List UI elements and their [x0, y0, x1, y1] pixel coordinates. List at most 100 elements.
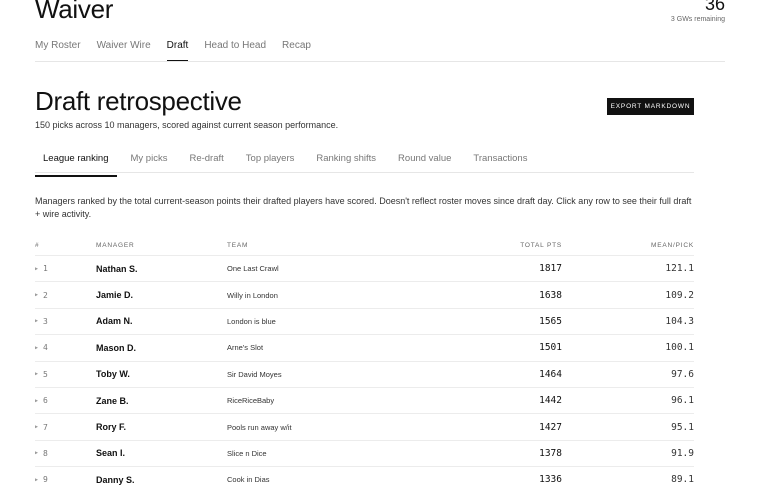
ranking-description: Managers ranked by the total current-sea… [35, 196, 692, 219]
manager-name: Adam N. [96, 316, 133, 327]
table-row[interactable]: ▶ 6 Zane B. RiceRiceBaby 1442 96.1 [35, 388, 694, 415]
tab-recap[interactable]: Recap [282, 40, 311, 62]
team-name: One Last Crawl [227, 264, 279, 274]
header-team: TEAM [227, 242, 249, 249]
team-name: Sir David Moyes [227, 369, 282, 379]
total-points: 1378 [539, 447, 562, 459]
subtab-my-picks[interactable]: My picks [123, 153, 176, 177]
rank-value: 4 [43, 343, 48, 353]
header-manager: MANAGER [96, 242, 135, 249]
gameweek-count: 36 [704, 0, 725, 14]
table-row[interactable]: ▶ 7 Rory F. Pools run away w/it 1427 95.1 [35, 414, 694, 441]
mean-per-pick: 89.1 [671, 474, 694, 486]
page-title: Draft retrospective [35, 86, 242, 116]
total-points: 1638 [539, 289, 562, 301]
table-row[interactable]: ▶ 1 Nathan S. One Last Crawl 1817 121.1 [35, 256, 694, 283]
table-row[interactable]: ▶ 4 Mason D. Arne's Slot 1501 100.1 [35, 335, 694, 362]
expand-caret-icon: ▶ [35, 397, 39, 404]
team-name: Arne's Slot [227, 343, 264, 353]
rank-cell: ▶ 8 [35, 449, 96, 458]
expand-caret-icon: ▶ [35, 318, 39, 325]
mean-per-pick: 100.1 [665, 342, 694, 354]
total-points: 1427 [539, 421, 562, 433]
expand-caret-icon: ▶ [35, 265, 39, 272]
draft-subnav: League ranking My picks Re-draft Top pla… [35, 153, 541, 177]
total-points: 1464 [539, 368, 562, 380]
subtab-round-value[interactable]: Round value [390, 153, 459, 177]
table-row[interactable]: ▶ 5 Toby W. Sir David Moyes 1464 97.6 [35, 362, 694, 388]
total-points: 1817 [539, 263, 562, 275]
total-points: 1565 [539, 315, 562, 327]
header-total-pts: TOTAL PTS [520, 242, 562, 249]
tab-head-to-head[interactable]: Head to Head [204, 40, 266, 62]
expand-caret-icon: ▶ [35, 344, 39, 351]
rank-cell: ▶ 5 [35, 370, 96, 379]
table-row[interactable]: ▶ 3 Adam N. London is blue 1565 104.3 [35, 309, 694, 336]
total-points: 1336 [539, 474, 562, 486]
rank-value: 5 [43, 369, 48, 379]
team-name: Willy in London [227, 290, 278, 300]
mean-per-pick: 91.9 [671, 447, 694, 459]
manager-name: Zane B. [96, 395, 129, 406]
expand-caret-icon: ▶ [35, 371, 39, 378]
total-points: 1501 [539, 342, 562, 354]
page-subtitle: 150 picks across 10 managers, scored aga… [35, 120, 339, 130]
rank-cell: ▶ 2 [35, 291, 96, 300]
rank-cell: ▶ 3 [35, 317, 96, 326]
rank-value: 8 [43, 448, 48, 458]
expand-caret-icon: ▶ [35, 424, 39, 431]
main-nav: My Roster Waiver Wire Draft Head to Head… [35, 40, 311, 62]
expand-caret-icon: ▶ [35, 476, 39, 483]
mean-per-pick: 104.3 [665, 315, 694, 327]
rank-cell: ▶ 9 [35, 475, 96, 484]
subtab-league-ranking[interactable]: League ranking [35, 153, 117, 177]
rank-value: 7 [43, 422, 48, 432]
rank-cell: ▶ 6 [35, 396, 96, 405]
app-title: Waiver [35, 0, 114, 24]
rank-value: 6 [43, 396, 48, 406]
league-ranking-table: # MANAGER TEAM TOTAL PTS MEAN/PICK ▶ 1 Nat… [35, 236, 694, 489]
total-points: 1442 [539, 395, 562, 407]
gameweeks-remaining: 3 GWs remaining [670, 16, 725, 23]
subtab-top-players[interactable]: Top players [238, 153, 303, 177]
rank-value: 9 [43, 475, 48, 485]
subtab-ranking-shifts[interactable]: Ranking shifts [308, 153, 384, 177]
manager-name: Danny S. [96, 474, 135, 485]
mean-per-pick: 97.6 [671, 368, 694, 380]
rank-cell: ▶ 4 [35, 343, 96, 352]
export-markdown-button[interactable]: EXPORT MARKDOWN [607, 98, 694, 115]
subtab-transactions[interactable]: Transactions [465, 153, 535, 177]
mean-per-pick: 109.2 [665, 289, 694, 301]
table-header: # MANAGER TEAM TOTAL PTS MEAN/PICK [35, 236, 694, 256]
team-name: Slice n Dice [227, 448, 267, 458]
rank-value: 3 [43, 316, 48, 326]
table-row[interactable]: ▶ 9 Danny S. Cook in Dias 1336 89.1 [35, 467, 694, 489]
tab-draft[interactable]: Draft [166, 40, 189, 62]
subnav-divider [35, 172, 694, 173]
table-row[interactable]: ▶ 8 Sean I. Slice n Dice 1378 91.9 [35, 441, 694, 468]
team-name: London is blue [227, 316, 276, 326]
table-body: ▶ 1 Nathan S. One Last Crawl 1817 121.1 ▶ 2 Jami… [35, 256, 694, 489]
manager-name: Sean I. [96, 448, 126, 459]
manager-name: Toby W. [96, 369, 130, 380]
tab-waiver-wire[interactable]: Waiver Wire [97, 40, 151, 62]
nav-divider [35, 61, 725, 62]
mean-per-pick: 95.1 [671, 421, 694, 433]
table-row[interactable]: ▶ 2 Jamie D. Willy in London 1638 109.2 [35, 282, 694, 309]
expand-caret-icon: ▶ [35, 450, 39, 457]
manager-name: Mason D. [96, 342, 137, 353]
header-mean-pick: MEAN/PICK [651, 242, 694, 249]
manager-name: Jamie D. [96, 290, 134, 301]
mean-per-pick: 96.1 [671, 395, 694, 407]
manager-name: Rory F. [96, 422, 127, 433]
rank-cell: ▶ 1 [35, 264, 96, 273]
tab-my-roster[interactable]: My Roster [35, 40, 81, 62]
team-name: RiceRiceBaby [227, 396, 275, 406]
team-name: Cook in Dias [227, 475, 270, 485]
manager-name: Nathan S. [96, 263, 138, 274]
rank-cell: ▶ 7 [35, 423, 96, 432]
rank-value: 2 [43, 290, 48, 300]
header-rank: # [35, 242, 40, 249]
subtab-re-draft[interactable]: Re-draft [181, 153, 231, 177]
mean-per-pick: 121.1 [665, 263, 694, 275]
